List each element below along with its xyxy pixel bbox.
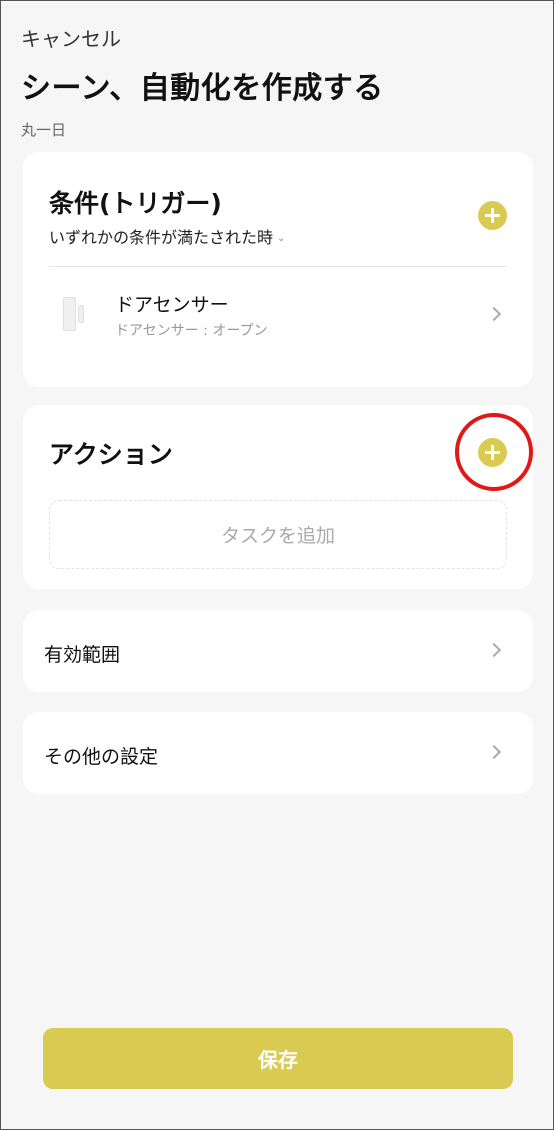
screen: キャンセル シーン、自動化を作成する 丸一日 条件(トリガー) いずれかの条件が… — [0, 0, 554, 1130]
device-state: ドアセンサー : オープン — [115, 323, 268, 339]
trigger-section-title: 条件(トリガー) — [49, 189, 222, 218]
condition-dropdown[interactable]: いずれかの条件が満たされた時 ⌄ — [49, 224, 285, 248]
schedule-subtitle: 丸一日 — [21, 121, 67, 139]
add-task-button[interactable]: タスクを追加 — [49, 500, 507, 569]
chevron-down-icon: ⌄ — [277, 233, 286, 244]
cancel-button[interactable]: キャンセル — [21, 23, 121, 52]
other-settings-label: その他の設定 — [44, 746, 159, 768]
save-button[interactable]: 保存 — [43, 1028, 513, 1089]
trigger-card: 条件(トリガー) いずれかの条件が満たされた時 ⌄ ドアセンサー ドアセンサー :… — [23, 152, 533, 387]
door-sensor-icon — [57, 297, 87, 331]
chevron-right-icon — [486, 306, 502, 322]
other-settings-row[interactable]: その他の設定 — [23, 712, 533, 794]
action-card: アクション タスクを追加 — [23, 405, 533, 589]
condition-dropdown-label: いずれかの条件が満たされた時 — [49, 228, 274, 247]
trigger-device-row[interactable]: ドアセンサー ドアセンサー : オープン — [23, 268, 533, 368]
action-section-title: アクション — [49, 440, 173, 469]
add-trigger-button[interactable] — [478, 201, 507, 230]
divider — [49, 266, 507, 267]
scope-label: 有効範囲 — [44, 644, 121, 666]
chevron-right-icon — [486, 642, 502, 658]
add-action-button[interactable] — [478, 438, 507, 467]
scope-row[interactable]: 有効範囲 — [23, 610, 533, 692]
chevron-right-icon — [486, 744, 502, 760]
page-title: シーン、自動化を作成する — [21, 71, 384, 106]
device-name: ドアセンサー — [115, 294, 229, 316]
